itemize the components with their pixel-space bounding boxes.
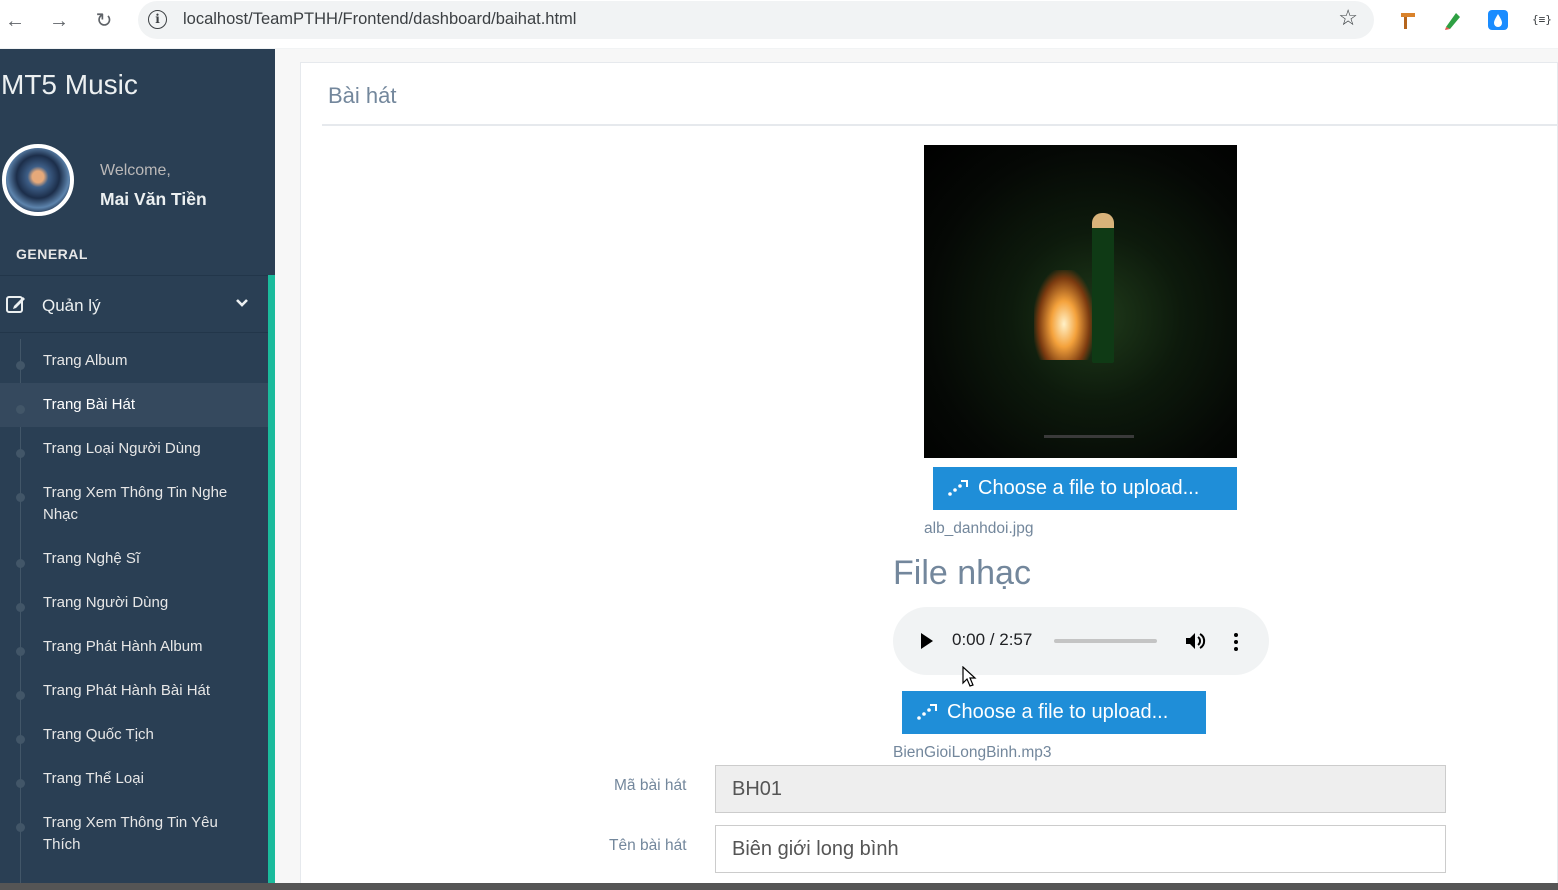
audio-player[interactable]: 0:00 / 2:57 — [893, 607, 1269, 675]
ma-bai-hat-field[interactable] — [715, 765, 1446, 813]
bullet-dot — [16, 493, 25, 502]
sidebar-item-xem-thong-tin-nghe-nhac[interactable]: Trang Xem Thông Tin Nghe Nhạc — [0, 471, 268, 537]
sidebar-item-bai-hat[interactable]: Trang Bài Hát — [0, 383, 268, 427]
sidebar-item-phat-hanh-bai-hat[interactable]: Trang Phát Hành Bài Hát — [0, 669, 268, 713]
submenu-list: Trang Album Trang Bài Hát Trang Loại Ngư… — [0, 339, 268, 867]
bullet-dot — [16, 361, 25, 370]
menu-label: Quản lý — [42, 296, 101, 315]
bottom-scrollbar[interactable] — [0, 883, 1558, 890]
sidebar-item-phat-hanh-album[interactable]: Trang Phát Hành Album — [0, 625, 268, 669]
forward-button[interactable]: → — [44, 6, 74, 36]
image-filename: alb_danhdoi.jpg — [924, 520, 1034, 537]
bullet-dot — [16, 559, 25, 568]
hammer-extension-icon[interactable] — [1398, 9, 1420, 31]
music-heading: File nhạc — [893, 554, 1031, 592]
image-upload-label: Choose a file to upload... — [978, 477, 1200, 499]
sidebar-item-nguoi-dung[interactable]: Trang Người Dùng — [0, 581, 268, 625]
volume-icon[interactable] — [1184, 630, 1206, 652]
back-button[interactable]: ← — [0, 6, 30, 36]
site-info-icon[interactable]: i — [148, 10, 167, 29]
music-upload-label: Choose a file to upload... — [947, 701, 1169, 723]
sidebar-item-the-loai[interactable]: Trang Thể Loại — [0, 757, 268, 801]
audio-time: 0:00 / 2:57 — [952, 630, 1033, 649]
chevron-down-icon — [236, 299, 248, 307]
ma-bai-hat-label: Mã bài hát — [614, 777, 687, 794]
pen-extension-icon[interactable] — [1442, 9, 1464, 31]
cover-fire-detail — [1034, 270, 1094, 360]
json-extension-icon[interactable]: {≡} — [1532, 9, 1554, 31]
bookmark-star-icon[interactable]: ☆ — [1338, 5, 1358, 31]
sidebar-item-album[interactable]: Trang Album — [0, 339, 268, 383]
bullet-dot — [16, 779, 25, 788]
section-title: GENERAL — [16, 246, 88, 262]
sidebar-item-quoc-tich[interactable]: Trang Quốc Tịch — [0, 713, 268, 757]
ten-bai-hat-label: Tên bài hát — [609, 837, 687, 854]
bullet-dot — [16, 735, 25, 744]
audio-seek-bar[interactable] — [1054, 639, 1157, 643]
bullet-dot — [16, 823, 25, 832]
menu-quan-ly[interactable]: Quản lý — [0, 275, 271, 333]
cover-caption-mark — [1044, 435, 1134, 438]
sidebar-item-nghe-si[interactable]: Trang Nghệ Sĩ — [0, 537, 268, 581]
edit-icon — [6, 296, 25, 313]
ten-bai-hat-field[interactable] — [715, 825, 1446, 873]
bullet-dot — [16, 691, 25, 700]
reload-button[interactable]: ↻ — [89, 6, 119, 36]
browser-toolbar: ← → ↻ i localhost/TeamPTHH/Frontend/dash… — [0, 0, 1558, 48]
drop-extension-icon[interactable] — [1487, 9, 1509, 31]
upload-icon — [917, 704, 937, 720]
cover-figure-detail — [1092, 213, 1114, 363]
image-upload-button[interactable]: Choose a file to upload... — [933, 467, 1237, 510]
bullet-dot — [16, 449, 25, 458]
page-title: Bài hát — [328, 83, 397, 108]
active-menu-indicator — [268, 275, 275, 890]
music-upload-button[interactable]: Choose a file to upload... — [902, 691, 1206, 734]
username: Mai Văn Tiền — [100, 189, 207, 209]
url-text[interactable]: localhost/TeamPTHH/Frontend/dashboard/ba… — [183, 10, 576, 29]
address-bar[interactable]: i localhost/TeamPTHH/Frontend/dashboard/… — [138, 1, 1374, 39]
play-icon[interactable] — [921, 633, 933, 649]
sidebar-item-xem-thong-tin-yeu-thich[interactable]: Trang Xem Thông Tin Yêu Thích — [0, 801, 268, 867]
avatar — [2, 144, 74, 216]
upload-icon — [948, 480, 968, 496]
more-options-icon[interactable] — [1228, 631, 1244, 653]
welcome-text: Welcome, — [100, 162, 171, 179]
bullet-dot — [16, 647, 25, 656]
album-cover-image — [924, 145, 1237, 458]
music-filename: BienGioiLongBinh.mp3 — [893, 744, 1052, 761]
bullet-dot — [16, 405, 25, 414]
bullet-dot — [16, 603, 25, 612]
mouse-cursor-icon — [962, 666, 977, 687]
sidebar-item-loai-nguoi-dung[interactable]: Trang Loại Người Dùng — [0, 427, 268, 471]
brand-title[interactable]: MT5 Music — [1, 69, 138, 101]
sidebar: MT5 Music Welcome, Mai Văn Tiền GENERAL … — [0, 49, 275, 890]
title-divider — [322, 124, 1558, 126]
